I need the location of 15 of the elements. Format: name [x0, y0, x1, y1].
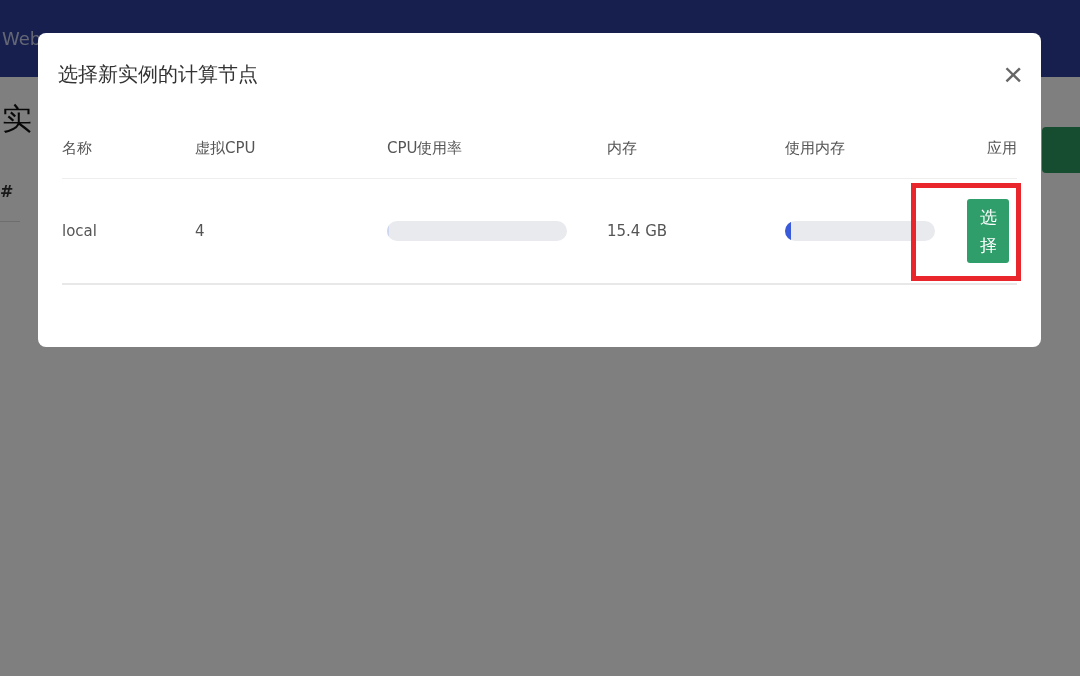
- page-heading: 实: [2, 100, 33, 138]
- column-header: 虚拟CPU: [195, 127, 387, 179]
- close-button[interactable]: ×: [1003, 59, 1023, 89]
- column-header: 内存: [607, 127, 785, 179]
- table-cell: 4: [195, 179, 387, 285]
- add-button[interactable]: [1042, 127, 1080, 173]
- column-header: 使用内存: [785, 127, 935, 179]
- select-button[interactable]: 选择: [967, 199, 1009, 263]
- column-header: 名称: [62, 127, 195, 179]
- table-header: #: [0, 182, 20, 222]
- table-cell: local: [62, 179, 195, 285]
- column-header: 应用: [935, 127, 1017, 179]
- table-cell: 15.4 GB: [607, 179, 785, 285]
- column-header: CPU使用率: [387, 127, 607, 179]
- dialog-title: 选择新实例的计算节点: [58, 60, 258, 88]
